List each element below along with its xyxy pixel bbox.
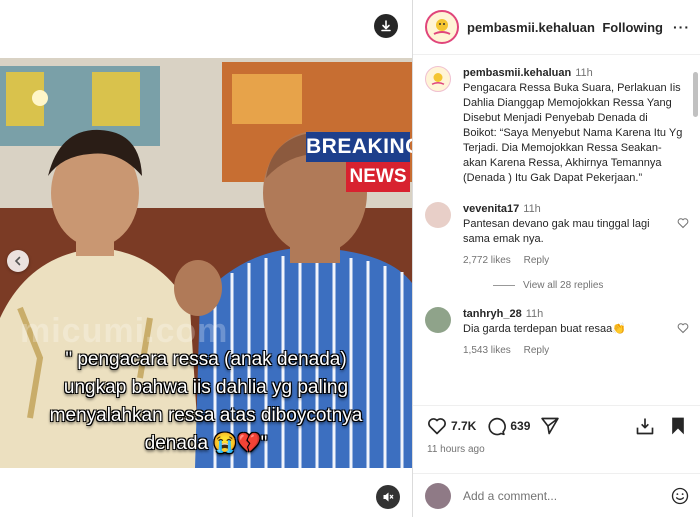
post-date[interactable]: 11 hours ago xyxy=(427,444,687,455)
comment-text: Dia garda terdepan buat resaa👏 xyxy=(463,323,626,335)
heart-icon xyxy=(677,323,689,334)
caption-line: denada 😭💔" xyxy=(144,433,268,454)
comment-likes[interactable]: 1,543 likes xyxy=(463,345,511,356)
comments-list[interactable]: pembasmii.kehaluan 11h Pengacara Ressa Bu… xyxy=(413,58,700,398)
caption-body: pembasmii.kehaluan 11h Pengacara Ressa Bu… xyxy=(463,66,683,186)
author-logo-icon xyxy=(431,73,445,85)
caption-comment: pembasmii.kehaluan 11h Pengacara Ressa Bu… xyxy=(413,66,700,186)
breaking-news-badge: BREAKING NEWS xyxy=(306,132,412,192)
caption-line: menyalahkan ressa atas diboycotnya xyxy=(49,405,363,426)
comment-count[interactable]: 639 xyxy=(510,419,530,433)
mute-icon xyxy=(383,492,394,502)
more-options-button[interactable]: ··· xyxy=(673,19,690,35)
heart-icon[interactable] xyxy=(427,416,447,436)
download-button[interactable] xyxy=(374,14,398,38)
news-label: NEWS xyxy=(346,162,410,192)
comment-meta: 1,543 likes Reply xyxy=(463,343,677,358)
comment-like-button[interactable] xyxy=(677,202,689,268)
reply-button[interactable]: Reply xyxy=(524,255,550,266)
action-row-right xyxy=(635,416,687,436)
comment-username[interactable]: pembasmii.kehaluan xyxy=(463,67,571,79)
post-actions: 7.7K 639 11 hours ago xyxy=(413,405,700,455)
comment-item: tanhryh_28 11h Dia garda terdepan buat re… xyxy=(413,307,700,358)
download-icon xyxy=(381,20,391,32)
share-icon[interactable] xyxy=(540,416,560,436)
comment-username[interactable]: vevenita17 xyxy=(463,203,519,215)
breaking-label: BREAKING xyxy=(306,132,412,162)
caption-text: Pengacara Ressa Buka Suara, Perlakuan Ii… xyxy=(463,82,683,184)
heart-icon xyxy=(677,218,689,229)
author-username[interactable]: pembasmii.kehaluan xyxy=(467,20,595,35)
caption-line: ungkap bahwa iis dahlia yg paling xyxy=(63,377,349,398)
post-side-panel: pembasmii.kehaluan Following ··· pembasm… xyxy=(412,0,700,517)
previous-media-button[interactable] xyxy=(7,250,29,272)
action-row: 7.7K 639 xyxy=(427,416,687,436)
video-caption: " pengacara ressa (anak denada) ungkap b… xyxy=(0,346,412,458)
reply-button[interactable]: Reply xyxy=(524,345,550,356)
add-comment-bar xyxy=(413,473,700,517)
author-avatar[interactable] xyxy=(425,10,459,44)
add-to-post-icon[interactable] xyxy=(635,416,655,436)
emoji-icon[interactable] xyxy=(671,487,689,505)
comment-likes[interactable]: 2,772 likes xyxy=(463,255,511,266)
comment-body: vevenita17 11h Pantesan devano gak mau ti… xyxy=(463,202,677,268)
author-avatar[interactable] xyxy=(425,66,451,92)
commenter-avatar[interactable] xyxy=(425,202,451,228)
author-logo-icon xyxy=(433,19,451,35)
comment-icon[interactable] xyxy=(486,416,507,436)
comment-text: Pantesan devano gak mau tinggal lagi sam… xyxy=(463,218,650,245)
view-replies-button[interactable]: View all 28 replies xyxy=(493,280,700,291)
comment-time: 11h xyxy=(525,308,544,320)
comment-time: 11h xyxy=(575,67,593,79)
comment-time: 11h xyxy=(523,203,541,215)
comment-input[interactable] xyxy=(463,488,653,503)
comment-like-button[interactable] xyxy=(677,307,689,358)
caption-line: " pengacara ressa (anak denada) xyxy=(65,349,347,370)
comment-meta: 2,772 likes Reply xyxy=(463,253,677,268)
comment-item: vevenita17 11h Pantesan devano gak mau ti… xyxy=(413,202,700,268)
like-count[interactable]: 7.7K xyxy=(451,419,476,433)
mute-button[interactable] xyxy=(376,485,400,509)
scrollbar-thumb[interactable] xyxy=(693,72,698,117)
comment-body: tanhryh_28 11h Dia garda terdepan buat re… xyxy=(463,307,677,358)
following-button[interactable]: Following xyxy=(602,20,663,35)
post-media[interactable]: BREAKING NEWS micumi.com " pengacara res… xyxy=(0,0,412,517)
chevron-left-icon xyxy=(14,256,21,266)
commenter-avatar[interactable] xyxy=(425,307,451,333)
post-header: pembasmii.kehaluan Following ··· xyxy=(413,0,700,55)
current-user-avatar xyxy=(425,482,451,509)
comments-scrollbar[interactable] xyxy=(691,60,699,396)
bookmark-icon[interactable] xyxy=(669,416,687,436)
comment-username[interactable]: tanhryh_28 xyxy=(463,308,522,320)
